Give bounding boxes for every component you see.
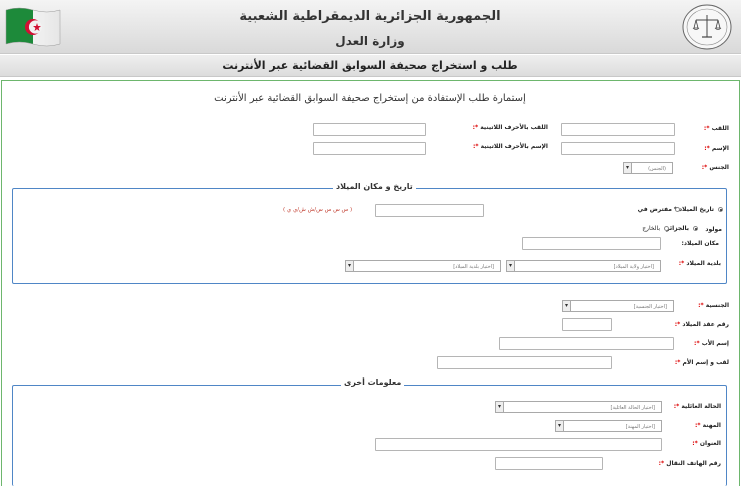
ministry-name: وزارة العدل <box>335 34 405 48</box>
form-title: إستمارة طلب الإستفادة من إستخراج صحيفة ا… <box>214 93 526 104</box>
last-name-latin-label: اللقب بالأحرف اللاتينية *: <box>472 124 548 131</box>
born-label: مولود <box>705 226 722 233</box>
service-title-bar: طلب و استخراج صحيفة السوابق القضائية عبر… <box>0 55 741 77</box>
birth-date-input[interactable] <box>375 204 484 217</box>
last-name-latin-input[interactable] <box>313 123 426 136</box>
address-input[interactable] <box>375 438 662 451</box>
date-format-hint: ( س س س س/ش ش/ي ي ) <box>283 207 353 213</box>
chevron-down-icon: ▾ <box>507 261 515 271</box>
birth-commune-label: بلدية الميلاد *: <box>678 260 721 267</box>
birth-cert-label: رقم عقد الميلاد *: <box>674 321 729 328</box>
birth-legend: تاريخ و مكان الميلاد <box>333 182 416 191</box>
marital-status-select[interactable]: ▾ [اختيار الحالة العائلية] <box>495 401 662 413</box>
mother-name-input[interactable] <box>437 356 612 369</box>
last-name-input[interactable] <box>561 123 675 136</box>
birth-cert-input[interactable] <box>562 318 612 331</box>
first-name-latin-input[interactable] <box>313 142 426 155</box>
presumed-label: مفترض في <box>637 206 672 213</box>
nationality-select[interactable]: ▾ [اختيار الجنسية] <box>562 300 674 312</box>
birth-commune-select[interactable]: ▾ [اختيار بلدية الميلاد] <box>345 260 501 272</box>
address-label: العنوان *: <box>692 440 721 447</box>
born-algeria-radio[interactable] <box>693 226 698 231</box>
birth-wilaya-select[interactable]: ▾ [اختيار ولاية الميلاد] <box>506 260 661 272</box>
ministry-justice-emblem-icon <box>682 4 732 50</box>
profession-label: المهنة *: <box>694 422 721 429</box>
father-name-input[interactable] <box>499 337 674 350</box>
chevron-down-icon: ▾ <box>346 261 354 271</box>
mobile-label: رقم الهاتف النقال *: <box>658 460 721 467</box>
birth-place-label: مكان الميلاد: <box>681 240 719 247</box>
birth-date-radio[interactable] <box>718 207 723 212</box>
mobile-input[interactable] <box>495 457 603 470</box>
other-info-legend: معلومات أخرى <box>341 378 405 387</box>
first-name-input[interactable] <box>561 142 675 155</box>
marital-status-label: الحالة العائلية *: <box>673 403 721 410</box>
last-name-label: اللقب *: <box>703 125 729 132</box>
profession-select[interactable]: ▾ [اختيار المهنة] <box>555 420 662 432</box>
chevron-down-icon: ▾ <box>556 421 564 431</box>
first-name-label: الإسم *: <box>704 145 729 152</box>
chevron-down-icon: ▾ <box>496 402 504 412</box>
gender-label: الجنس *: <box>701 164 729 171</box>
born-algeria-label: بالجزائر <box>666 225 689 232</box>
mother-name-label: لقب و إسم الأم *: <box>674 359 729 366</box>
first-name-latin-label: الإسم بالأحرف اللاتينية *: <box>472 143 548 150</box>
algeria-flag-icon <box>5 7 61 47</box>
father-name-label: إسم الأب *: <box>694 340 729 347</box>
birth-place-input[interactable] <box>522 237 661 250</box>
service-title: طلب و استخراج صحيفة السوابق القضائية عبر… <box>222 59 518 72</box>
government-title: الجمهورية الجزائرية الديمقراطية الشعبية <box>239 9 501 24</box>
gender-select[interactable]: ▾ (الجنس) <box>623 162 673 174</box>
born-abroad-radio[interactable] <box>664 226 669 231</box>
chevron-down-icon: ▾ <box>624 163 632 173</box>
born-abroad-label: بالخارج <box>642 225 660 232</box>
presumed-radio[interactable] <box>675 207 680 212</box>
nationality-label: الجنسية *: <box>698 302 729 309</box>
chevron-down-icon: ▾ <box>563 301 571 311</box>
site-header: الجمهورية الجزائرية الديمقراطية الشعبية … <box>0 0 741 54</box>
